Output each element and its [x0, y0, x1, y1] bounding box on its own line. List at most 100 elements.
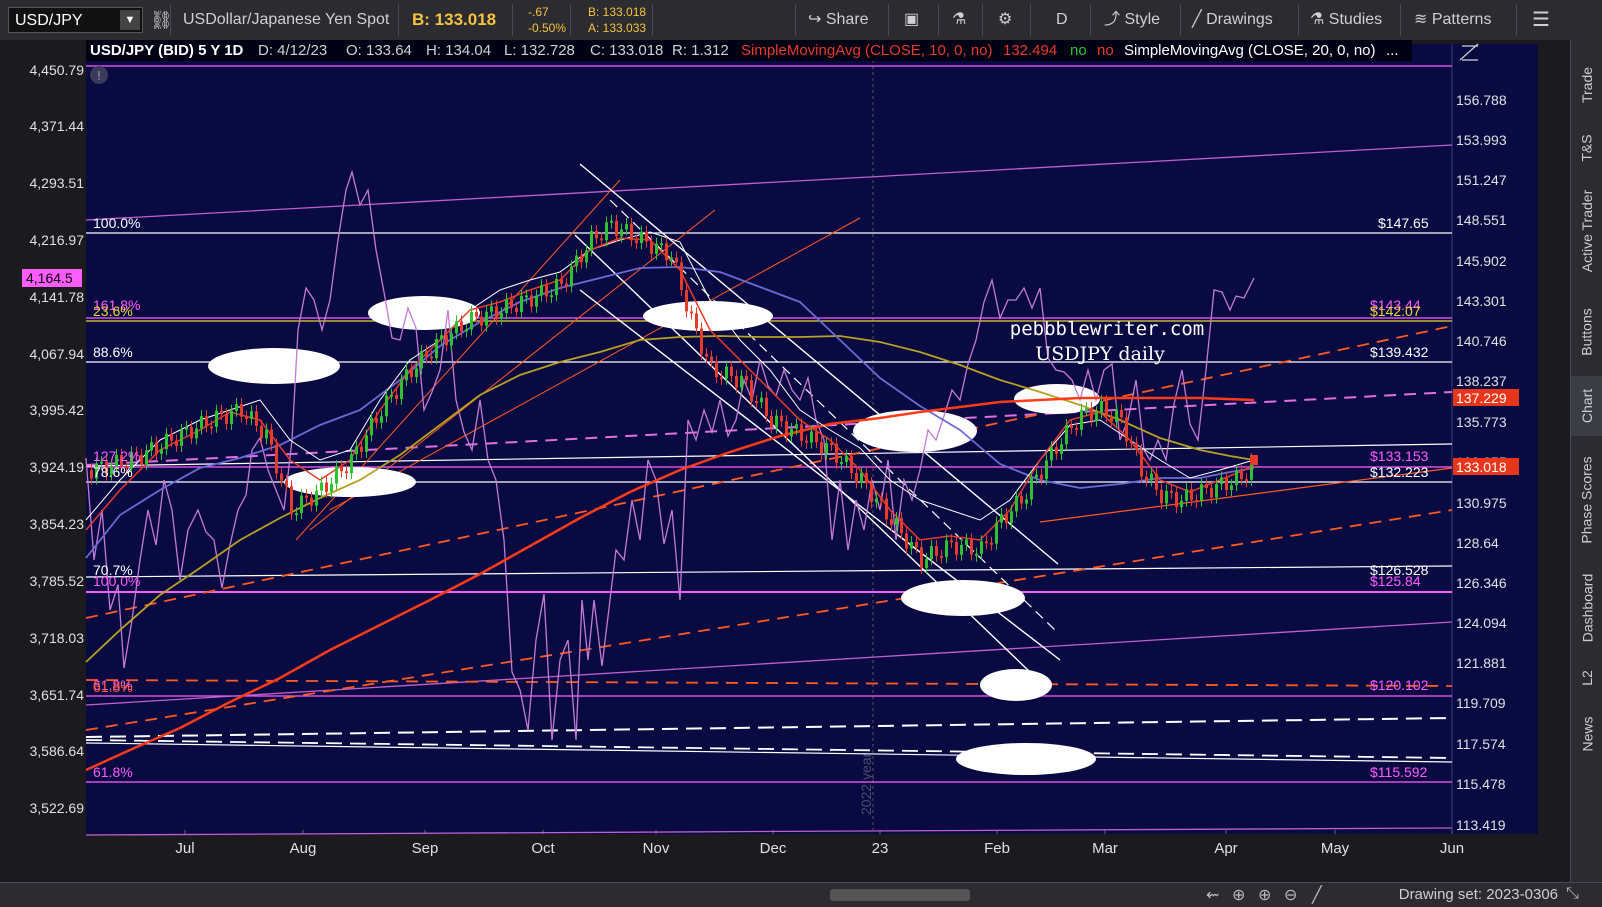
candle-body — [880, 498, 883, 501]
expand-icon[interactable]: ⤡ — [1566, 885, 1579, 903]
right-axis-label: 135.773 — [1456, 414, 1507, 430]
tab-chart[interactable]: Chart — [1571, 376, 1602, 436]
candle-body — [610, 220, 613, 223]
fib-price-label: $115.592 — [1370, 764, 1428, 780]
zoom-in-icon[interactable]: ⊕ — [1258, 885, 1271, 905]
candle-body — [780, 415, 783, 422]
candle-body — [670, 257, 673, 261]
drawing-set-label[interactable]: Drawing set: 2023-0306 — [1399, 886, 1558, 903]
ask-small: A: 133.033 — [588, 21, 647, 35]
candle-body — [430, 356, 433, 359]
candle-body — [220, 410, 223, 415]
candle-body — [315, 490, 318, 506]
x-axis-label: Apr — [1214, 840, 1237, 857]
candle-body — [840, 461, 843, 464]
chart-grid-icon[interactable]: ▣ — [904, 6, 919, 34]
fib-label: 78.6% — [93, 464, 133, 480]
right-axis-label: 115.478 — [1456, 776, 1506, 792]
pencil-icon[interactable]: ╱ — [1312, 885, 1322, 905]
candle-body — [975, 553, 978, 556]
candle-body — [1150, 473, 1153, 481]
candle-body — [165, 433, 168, 450]
bid-ask: B: 133.018 A: 133.033 — [588, 4, 646, 35]
last-price-marker — [1250, 455, 1258, 465]
price-chart[interactable]: 2022 year pebbblewriter.com USDJPY daily… — [0, 40, 1570, 882]
candle-body — [1235, 470, 1238, 486]
candle-body — [170, 433, 173, 441]
candle-body — [1025, 499, 1028, 504]
year-label: 2022 year — [858, 752, 874, 815]
left-axis-label: 4,450.79 — [30, 62, 85, 78]
candle-body — [1050, 447, 1053, 461]
sma-red-marker: 137.229 — [1456, 390, 1507, 406]
symbol-description: USDollar/Japanese Yen Spot — [183, 11, 390, 28]
tab-buttons[interactable]: Buttons — [1571, 292, 1602, 372]
candle-body — [1020, 496, 1023, 504]
candle-body — [575, 255, 578, 267]
tab-active-trader[interactable]: Active Trader — [1571, 176, 1602, 286]
candle-body — [1205, 484, 1208, 488]
zoom-out-icon[interactable]: ⊖ — [1284, 885, 1297, 905]
header-sma20: SimpleMovingAvg (CLOSE, 20, 0, no) — [1124, 42, 1376, 59]
candle-body — [1225, 477, 1228, 491]
candle-body — [925, 559, 928, 569]
left-axis-label: 4,371.44 — [30, 118, 85, 134]
candle-body — [415, 368, 418, 378]
watermark-title: USDJPY daily — [1035, 343, 1165, 365]
fib-label: 23.6% — [93, 303, 133, 319]
candle-body — [1140, 449, 1143, 477]
candle-body — [1075, 428, 1078, 431]
candle-body — [360, 446, 363, 452]
header-sma10-value: 132.494 — [1003, 42, 1057, 59]
candle-body — [700, 328, 703, 354]
header-high: H: 134.04 — [426, 42, 491, 59]
tab-label: T&S — [1578, 134, 1595, 162]
candle-body — [460, 321, 463, 332]
candle-body — [895, 518, 898, 525]
candle-body — [295, 513, 298, 516]
drawings-button[interactable]: ╱ Drawings — [1192, 6, 1273, 34]
tab-trade[interactable]: Trade — [1571, 50, 1602, 120]
fib-price-label: $132.223 — [1370, 464, 1429, 480]
candle-body — [390, 394, 393, 397]
fib-label: 88.6% — [93, 344, 133, 360]
flask-icon[interactable]: ⚗ — [952, 6, 966, 34]
candle-body — [280, 473, 283, 481]
chart-header: USD/JPY (BID) 5 Y 1D D: 4/12/23 O: 133.6… — [90, 42, 1399, 59]
tab-label: Active Trader — [1579, 189, 1596, 273]
studies-button[interactable]: ⚗ Studies — [1310, 6, 1382, 34]
share-button[interactable]: ↪ Share — [808, 6, 869, 34]
drawings-label: Drawings — [1206, 11, 1273, 28]
candle-body — [775, 415, 778, 428]
style-button[interactable]: ⤴ Style — [1104, 6, 1160, 34]
candle-body — [725, 366, 728, 379]
right-axis-label: 113.419 — [1456, 817, 1506, 833]
gear-icon[interactable]: ⚙ — [998, 6, 1012, 34]
candle-body — [1175, 492, 1178, 508]
tab-news[interactable]: News — [1571, 704, 1602, 764]
menu-icon[interactable]: ☰ — [1532, 6, 1550, 34]
tab-label: L2 — [1578, 670, 1595, 686]
chevron-down-icon[interactable]: ▼ — [120, 10, 140, 30]
tab-l2[interactable]: L2 — [1571, 660, 1602, 696]
tab-time-and-sales[interactable]: T&S — [1571, 124, 1602, 172]
patterns-button[interactable]: ≋ Patterns — [1414, 6, 1491, 34]
candle-body — [225, 414, 228, 424]
horizontal-scrollbar[interactable] — [830, 889, 970, 901]
candle-body — [790, 428, 793, 437]
left-marker: 4,164.5 — [26, 270, 73, 286]
candle-body — [600, 238, 603, 241]
tab-dashboard[interactable]: Dashboard — [1571, 564, 1602, 652]
symbol-input[interactable]: USD/JPY ▼ — [8, 7, 143, 33]
crosshair-icon[interactable]: ⊕ — [1232, 885, 1245, 905]
x-axis-label: Sep — [412, 840, 439, 857]
candle-body — [755, 401, 758, 404]
tab-phase-scores[interactable]: Phase Scores — [1571, 440, 1602, 560]
candle-body — [1135, 442, 1138, 450]
candle-body — [565, 283, 568, 287]
fib-price-label: $120.102 — [1370, 677, 1429, 693]
candle-body — [955, 541, 958, 555]
back-icon[interactable]: ⇜ — [1206, 885, 1219, 905]
header-date: D: 4/12/23 — [258, 42, 327, 59]
period-button[interactable]: D — [1056, 6, 1068, 34]
